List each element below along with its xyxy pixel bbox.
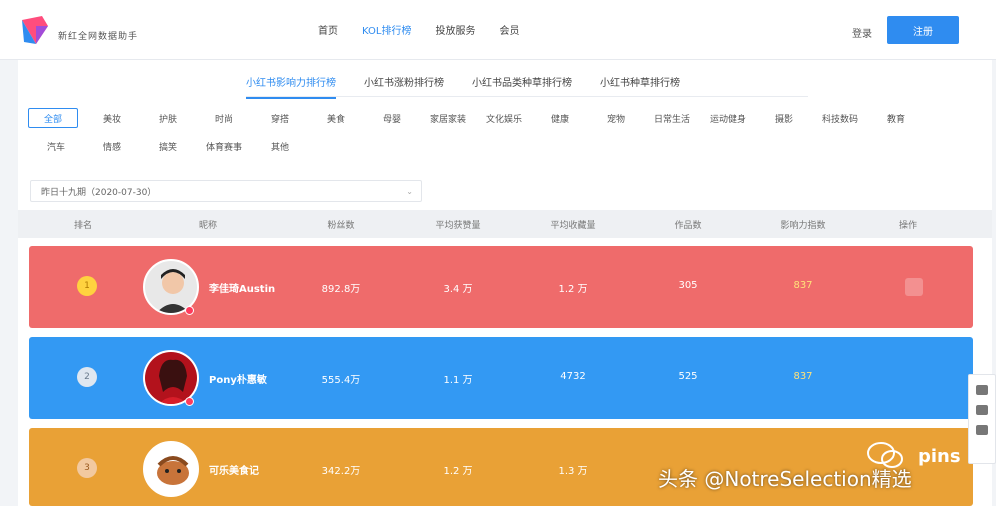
headset-icon[interactable] (976, 405, 988, 415)
row-avg-likes: 3.4 万 (443, 284, 473, 295)
row-followers: 342.2万 (321, 466, 361, 477)
bronze-medal-icon: 3 (77, 458, 97, 478)
category-pets[interactable]: 宠物 (588, 108, 644, 128)
row-avg-collects: 4732 (560, 371, 586, 382)
gold-medal-icon: 1 (77, 276, 97, 296)
category-food[interactable]: 美食 (308, 108, 364, 128)
verified-badge-icon (185, 397, 194, 406)
row-avg-collects: 1.2 万 (558, 284, 588, 295)
header-avg-collects: 平均收藏量 (550, 220, 596, 231)
category-sports[interactable]: 体育赛事 (196, 136, 252, 156)
chat-icon[interactable] (976, 425, 988, 435)
category-education[interactable]: 教育 (868, 108, 924, 128)
avatar[interactable] (143, 441, 199, 497)
nav-delivery-service[interactable]: 投放服务 (435, 22, 475, 37)
row-followers: 555.4万 (321, 375, 361, 386)
brand-logo-icon[interactable] (18, 14, 52, 46)
watermark-badge: pins (918, 446, 961, 467)
row-followers: 892.8万 (321, 284, 361, 295)
verified-badge-icon (185, 306, 194, 315)
header-actions: 操作 (898, 220, 917, 231)
detail-icon[interactable] (905, 278, 923, 296)
row-nickname[interactable]: 李佳琦Austin (209, 280, 275, 295)
category-tech[interactable]: 科技数码 (812, 108, 868, 128)
brand-name: 新红全网数据助手 (58, 32, 139, 42)
category-fitness[interactable]: 运动健身 (700, 108, 756, 128)
header-avg-likes: 平均获赞量 (435, 220, 481, 231)
category-comedy[interactable]: 搞笑 (140, 136, 196, 156)
row-avg-likes: 1.1 万 (443, 375, 473, 386)
subtab-divider (246, 96, 808, 97)
row-influence-score: 837 (793, 280, 813, 291)
category-filter: 全部 美妆 护肤 时尚 穿搭 美食 母婴 家居家装 文化娱乐 健康 宠物 日常生… (28, 108, 968, 156)
category-health[interactable]: 健康 (532, 108, 588, 128)
top-navigation-bar: 新红全网数据助手 首页 KOL排行榜 投放服务 会员 登录 注册 (0, 0, 996, 60)
date-period-value: 昨日十九期（2020-07-30） (41, 187, 157, 198)
category-auto[interactable]: 汽车 (28, 136, 84, 156)
nav-kol-ranking[interactable]: KOL排行榜 (362, 22, 411, 37)
main-nav: 首页 KOL排行榜 投放服务 会员 (318, 22, 519, 37)
header-followers: 粉丝数 (327, 220, 355, 231)
row-notes: 305 (678, 280, 698, 291)
table-row[interactable]: 2 Pony朴惠敏 555.4万 1.1 万 4732 525 837 (29, 337, 973, 419)
header-nickname: 昵称 (198, 220, 217, 231)
category-home[interactable]: 家居家装 (420, 108, 476, 128)
category-baby[interactable]: 母婴 (364, 108, 420, 128)
category-daily-life[interactable]: 日常生活 (644, 108, 700, 128)
category-fashion[interactable]: 时尚 (196, 108, 252, 128)
register-button[interactable]: 注册 (887, 16, 959, 44)
row-influence-score: 837 (793, 371, 813, 382)
category-skincare[interactable]: 护肤 (140, 108, 196, 128)
category-other[interactable]: 其他 (252, 136, 308, 156)
row-avg-likes: 1.2 万 (443, 466, 473, 477)
header-rank: 排名 (73, 220, 92, 231)
silver-medal-icon: 2 (77, 367, 97, 387)
table-row[interactable]: 1 李佳琦Austin 892.8万 3.4 万 1.2 万 305 837 (29, 246, 973, 328)
nav-home[interactable]: 首页 (318, 22, 338, 37)
side-toolbar (968, 374, 996, 464)
card-icon[interactable] (976, 385, 988, 395)
login-link[interactable]: 登录 (852, 25, 872, 40)
header-influence-score: 影响力指数 (780, 220, 826, 231)
header-notes: 作品数 (674, 220, 702, 231)
category-emotion[interactable]: 情感 (84, 136, 140, 156)
category-makeup[interactable]: 美妆 (84, 108, 140, 128)
table-header: 排名 昵称 粉丝数 平均获赞量 平均收藏量 作品数 影响力指数 操作 (18, 210, 992, 238)
row-nickname[interactable]: Pony朴惠敏 (209, 371, 267, 386)
row-notes: 525 (678, 371, 698, 382)
watermark-text: 头条 @NotreSelection精选 (658, 467, 912, 491)
category-entertainment[interactable]: 文化娱乐 (476, 108, 532, 128)
date-period-select[interactable]: 昨日十九期（2020-07-30） ⌄ (30, 180, 422, 202)
row-avg-collects: 1.3 万 (558, 466, 588, 477)
ranking-panel: 小红书影响力排行榜 小红书涨粉排行榜 小红书品类种草排行榜 小红书种草排行榜 全… (18, 60, 992, 506)
category-all[interactable]: 全部 (28, 108, 78, 128)
category-photography[interactable]: 摄影 (756, 108, 812, 128)
nav-membership[interactable]: 会员 (499, 22, 519, 37)
chevron-down-icon: ⌄ (406, 187, 413, 196)
row-nickname[interactable]: 可乐美食记 (209, 462, 259, 477)
category-outfit[interactable]: 穿搭 (252, 108, 308, 128)
